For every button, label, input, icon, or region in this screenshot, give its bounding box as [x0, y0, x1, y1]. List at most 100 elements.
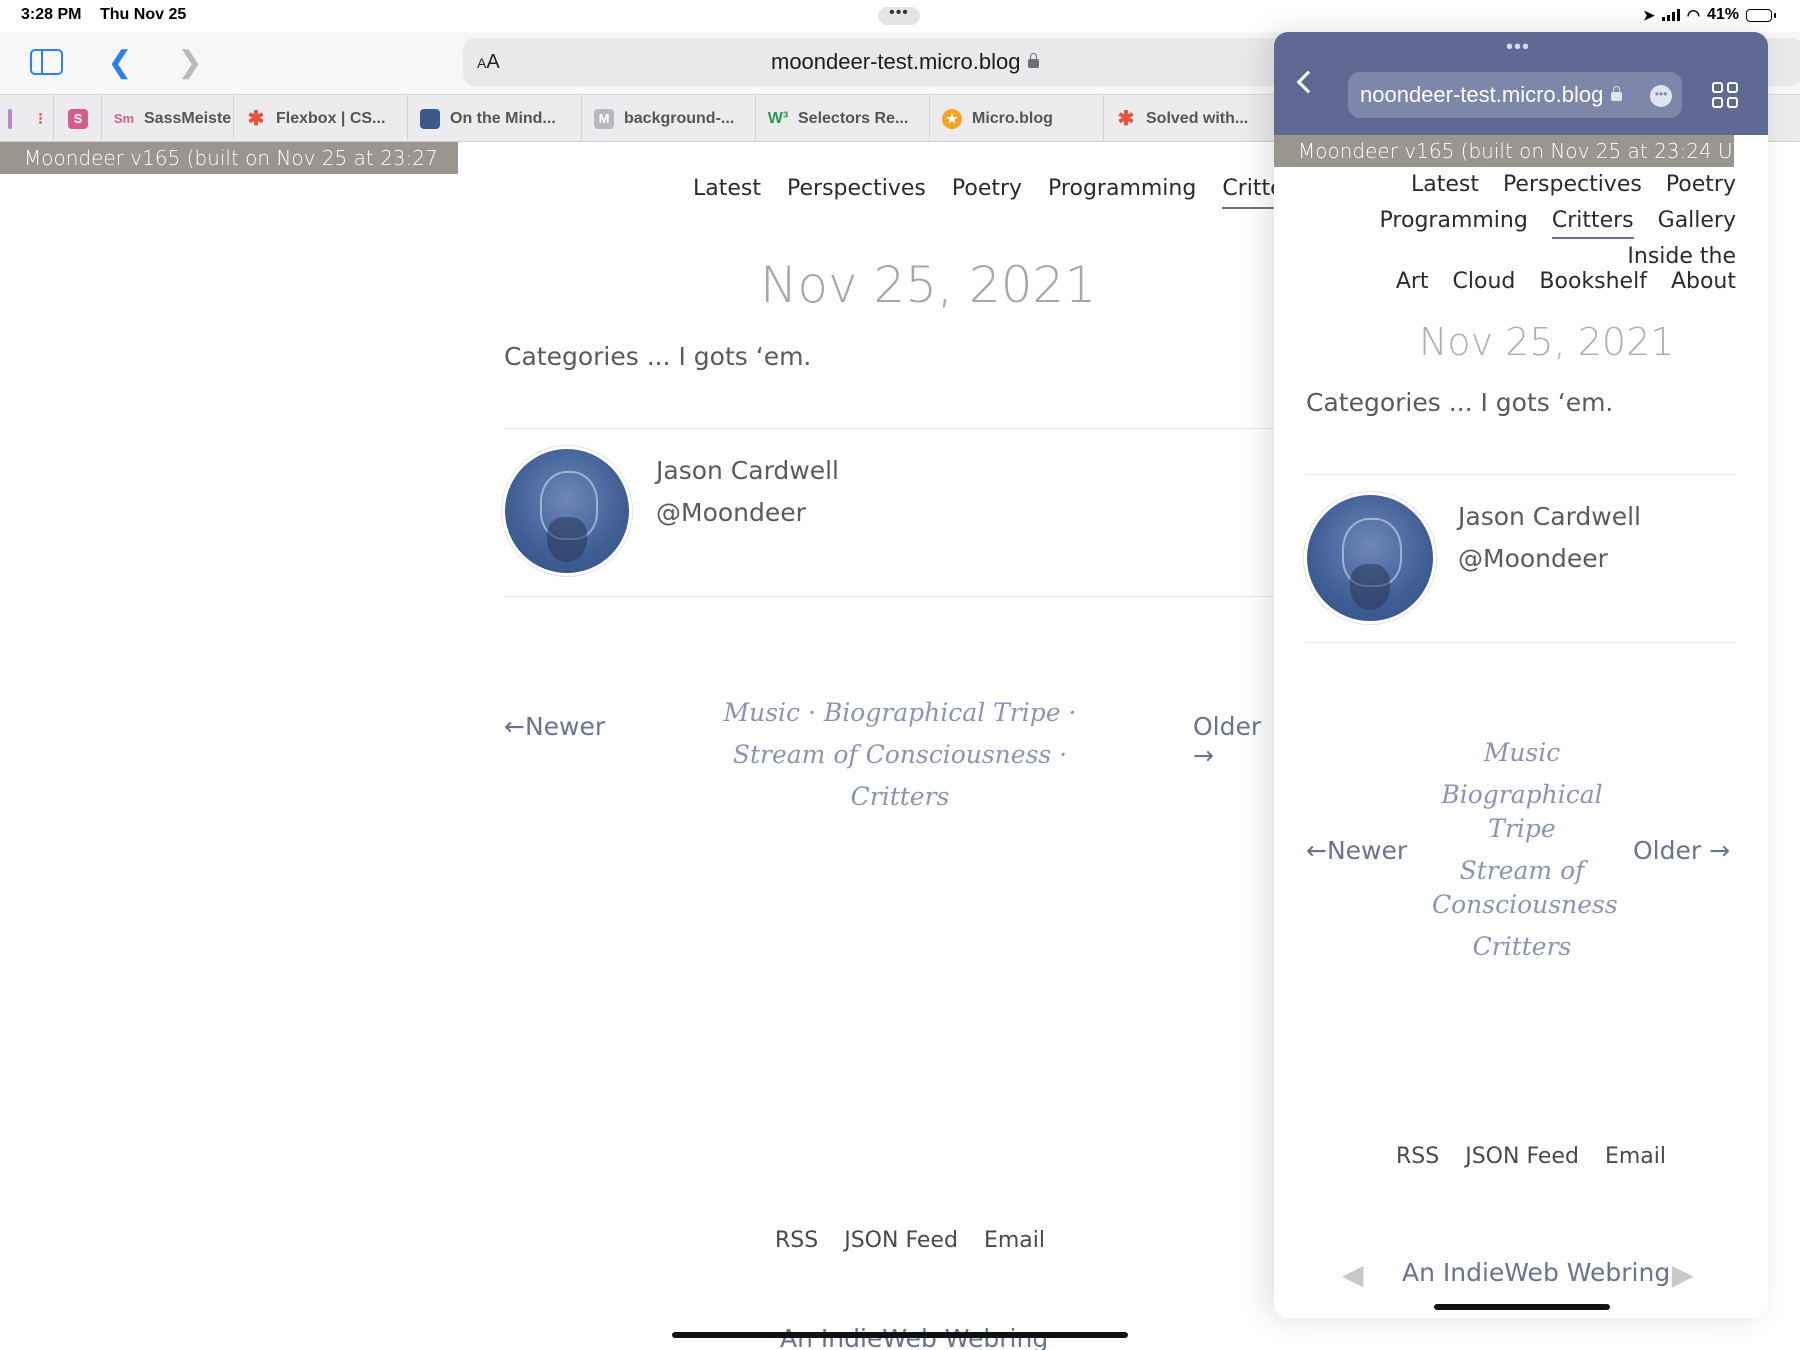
panel-author-avatar[interactable]: [1304, 492, 1436, 624]
footer-email[interactable]: Email: [984, 1228, 1045, 1253]
status-date: Thu Nov 25: [100, 6, 187, 23]
nav-critters[interactable]: Critters: [1551, 208, 1634, 239]
multitasking-dots-icon[interactable]: •••: [878, 5, 920, 25]
nav-latest[interactable]: Latest: [1411, 172, 1479, 197]
tab-on-the-mind[interactable]: On the Mind...: [408, 95, 582, 142]
category-stream-of-consciousness[interactable]: Stream of Consciousness: [1432, 854, 1618, 922]
tab-microblog[interactable]: ★ Micro.blog: [930, 95, 1104, 142]
panel-grabber-icon[interactable]: •••: [1506, 37, 1530, 57]
tab-partial-3[interactable]: S: [54, 95, 102, 142]
asterisk-icon: ✱: [1117, 108, 1135, 130]
panel-nav-row-2: Programming Critters Gallery: [1356, 208, 1736, 239]
tab-favicon: [8, 108, 12, 129]
asterisk-icon: ✱: [247, 108, 265, 130]
author-handle[interactable]: @Moondeer: [656, 498, 806, 527]
sidebar-toggle-button[interactable]: [26, 44, 66, 80]
lock-icon: [1028, 53, 1040, 68]
divider: [1306, 474, 1736, 475]
webring-next-icon[interactable]: ▶: [1672, 1261, 1702, 1289]
nav-about[interactable]: About: [1671, 269, 1736, 294]
tab-partial-2[interactable]: ⁝: [24, 95, 54, 142]
tab-label: On the Mind...: [450, 109, 556, 127]
wifi-icon: ◠: [1686, 7, 1700, 24]
category-biographical-tripe[interactable]: Biographical Tripe: [1432, 778, 1612, 846]
footer-rss[interactable]: RSS: [775, 1228, 818, 1253]
panel-home-indicator[interactable]: [1434, 1304, 1610, 1310]
nav-programming[interactable]: Programming: [1048, 176, 1196, 209]
panel-post-date[interactable]: Nov 25, 2021: [1419, 320, 1674, 364]
home-indicator[interactable]: [672, 1332, 1128, 1338]
category-biographical-tripe[interactable]: Biographical Tripe: [824, 698, 1061, 727]
category-music[interactable]: Music: [1432, 736, 1612, 770]
status-bar: 3:28 PM Thu Nov 25 ••• ➤ ◠ 41%: [0, 0, 1800, 32]
tab-selectors[interactable]: W³ Selectors Re...: [756, 95, 930, 142]
footer-json-feed[interactable]: JSON Feed: [1465, 1144, 1579, 1169]
cellular-signal-icon: [1661, 9, 1680, 21]
post-body: Categories ... I gots ‘em.: [504, 342, 812, 371]
nav-programming[interactable]: Programming: [1380, 208, 1528, 233]
tab-label: SassMeiste: [144, 109, 232, 127]
tab-label: Micro.blog: [972, 109, 1053, 127]
footer-json-feed[interactable]: JSON Feed: [844, 1228, 958, 1253]
reader-options-button[interactable]: AA: [477, 51, 500, 74]
category-stream-of-consciousness[interactable]: Stream of Consciousness: [733, 740, 1051, 769]
nav-gallery[interactable]: Gallery: [1658, 208, 1736, 233]
webring-prev-icon[interactable]: ◀: [1342, 1261, 1372, 1289]
panel-older-link[interactable]: Older: [1633, 836, 1730, 865]
panel-post-categories: Music Biographical Tripe Stream of Consc…: [1432, 736, 1618, 972]
chevron-right-icon: ❯: [177, 45, 203, 79]
footer-email[interactable]: Email: [1605, 1144, 1666, 1169]
panel-nav-row-3: Inside the Art Cloud Bookshelf About: [1274, 244, 1736, 294]
tab-sassmeister[interactable]: Sm SassMeiste: [102, 95, 234, 142]
older-link[interactable]: Older: [1193, 712, 1280, 770]
panel-author-handle[interactable]: @Moondeer: [1458, 544, 1608, 573]
nav-perspectives[interactable]: Perspectives: [1503, 172, 1642, 197]
panel-webring-link[interactable]: An IndieWeb Webring: [1402, 1258, 1670, 1287]
tab-label: Solved with...: [1146, 109, 1249, 127]
slide-over-window: ••• noondeer-test.micro.blog ••• Moondee…: [1274, 32, 1768, 1318]
category-critters[interactable]: Critters: [1432, 930, 1612, 964]
panel-author-name[interactable]: Jason Cardwell: [1458, 502, 1641, 531]
category-critters[interactable]: Critters: [851, 782, 950, 811]
forward-button[interactable]: ❯: [170, 44, 210, 80]
location-icon: ➤: [1643, 6, 1655, 23]
tab-flexbox[interactable]: ✱ Flexbox | CS...: [234, 95, 408, 142]
post-date[interactable]: Nov 25, 2021: [760, 256, 1096, 314]
panel-nav-row-1: Latest Perspectives Poetry: [1387, 172, 1736, 197]
tab-label: Selectors Re...: [798, 109, 909, 127]
status-time: 3:28 PM: [21, 6, 82, 23]
site-icon: [420, 108, 440, 129]
nav-perspectives[interactable]: Perspectives: [787, 176, 926, 209]
author-name[interactable]: Jason Cardwell: [656, 456, 839, 485]
nav-poetry[interactable]: Poetry: [1666, 172, 1736, 197]
sass-icon: S: [68, 108, 88, 129]
panel-back-chevron-icon[interactable]: [1296, 70, 1320, 94]
footer-rss[interactable]: RSS: [1396, 1144, 1439, 1169]
category-music[interactable]: Music: [724, 698, 801, 727]
panel-build-banner: Moondeer v165 (built on Nov 25 at 23:24 …: [1274, 135, 1766, 167]
nav-cloud[interactable]: Cloud: [1453, 269, 1516, 294]
more-icon[interactable]: •••: [1650, 85, 1672, 107]
post-categories: Music · Biographical Tripe · Stream of C…: [723, 698, 1077, 811]
panel-footer-links: RSS JSON Feed Email: [1396, 1144, 1666, 1169]
url-text: moondeer-test.micro.blog: [771, 49, 1021, 74]
lock-icon: [1611, 86, 1623, 101]
divider: [504, 428, 1284, 429]
nav-bookshelf[interactable]: Bookshelf: [1539, 269, 1647, 294]
nav-poetry[interactable]: Poetry: [952, 176, 1022, 209]
w3-icon: W³: [767, 109, 789, 127]
sidebar-icon: [29, 49, 63, 75]
panel-post-body: Categories ... I gots ‘em.: [1306, 388, 1614, 417]
back-button[interactable]: ❮: [100, 44, 140, 80]
panel-address-bar[interactable]: noondeer-test.micro.blog •••: [1348, 72, 1682, 118]
status-indicators: ➤ ◠ 41%: [1643, 6, 1776, 24]
newer-link[interactable]: Newer: [504, 712, 605, 741]
tab-partial-1[interactable]: [0, 95, 24, 142]
author-avatar[interactable]: [502, 446, 632, 576]
tab-solved[interactable]: ✱ Solved with...: [1104, 95, 1278, 142]
tab-background[interactable]: Mbackground-...: [582, 95, 756, 142]
panel-newer-link[interactable]: Newer: [1306, 836, 1407, 865]
address-url: moondeer-test.micro.blog: [771, 49, 1040, 75]
tab-overview-icon[interactable]: [1712, 82, 1738, 108]
nav-latest[interactable]: Latest: [693, 176, 761, 209]
